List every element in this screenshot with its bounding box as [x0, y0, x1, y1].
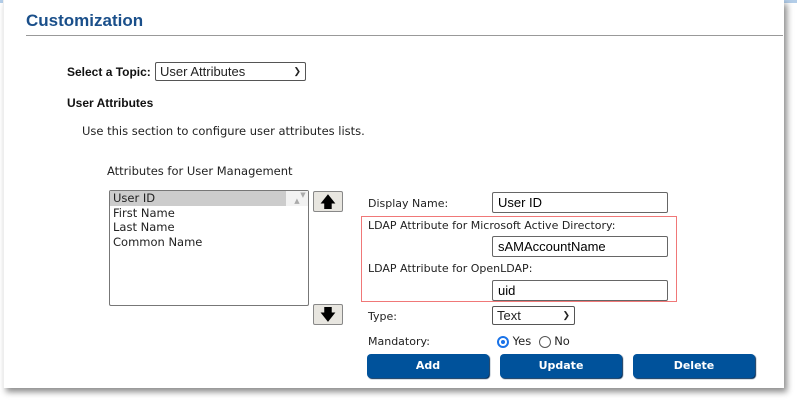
display-name-label: Display Name:: [368, 197, 449, 210]
openldap-attribute-label: LDAP Attribute for OpenLDAP:: [368, 262, 533, 275]
openldap-attribute-input[interactable]: [492, 280, 668, 301]
section-description: Use this section to configure user attri…: [82, 124, 365, 138]
ad-attribute-input[interactable]: [492, 236, 668, 257]
list-label: Attributes for User Management: [107, 164, 293, 178]
list-item[interactable]: First Name: [110, 206, 308, 221]
arrow-down-icon: 🡇: [319, 305, 337, 324]
attributes-list[interactable]: User ID First Name Last Name Common Name…: [109, 190, 309, 306]
section-heading: User Attributes: [67, 96, 154, 110]
divider: [26, 35, 783, 36]
yes-label: Yes: [512, 334, 532, 348]
list-item[interactable]: Last Name: [110, 220, 308, 235]
arrow-up-icon: 🡅: [319, 192, 337, 211]
delete-button[interactable]: Delete: [633, 354, 755, 378]
type-label: Type:: [368, 310, 397, 323]
mandatory-yes-radio[interactable]: [497, 335, 509, 348]
display-name-input[interactable]: [492, 192, 668, 213]
mandatory-label: Mandatory:: [368, 335, 430, 348]
type-value: Text: [497, 308, 521, 323]
list-item[interactable]: Common Name: [110, 235, 308, 250]
mandatory-radio-group: Yes No: [497, 334, 570, 348]
no-label: No: [554, 334, 570, 348]
page-title: Customization: [26, 11, 144, 30]
list-item[interactable]: User ID: [110, 191, 291, 206]
topic-value: User Attributes: [160, 64, 246, 79]
topic-select[interactable]: User Attributes ❯: [155, 62, 306, 81]
scrollbar[interactable]: ▲ ▼: [286, 191, 308, 206]
topic-label: Select a Topic:: [67, 65, 151, 79]
move-down-button[interactable]: 🡇: [313, 304, 343, 325]
move-up-button[interactable]: 🡅: [313, 191, 343, 212]
chevron-down-icon: ❯: [293, 66, 301, 76]
type-select[interactable]: Text ❯: [492, 306, 575, 325]
chevron-down-icon: ❯: [562, 310, 570, 320]
ad-attribute-label: LDAP Attribute for Microsoft Active Dire…: [368, 219, 616, 232]
mandatory-no-radio[interactable]: [538, 335, 551, 348]
add-button[interactable]: Add: [367, 354, 489, 378]
update-button[interactable]: Update: [500, 354, 622, 378]
